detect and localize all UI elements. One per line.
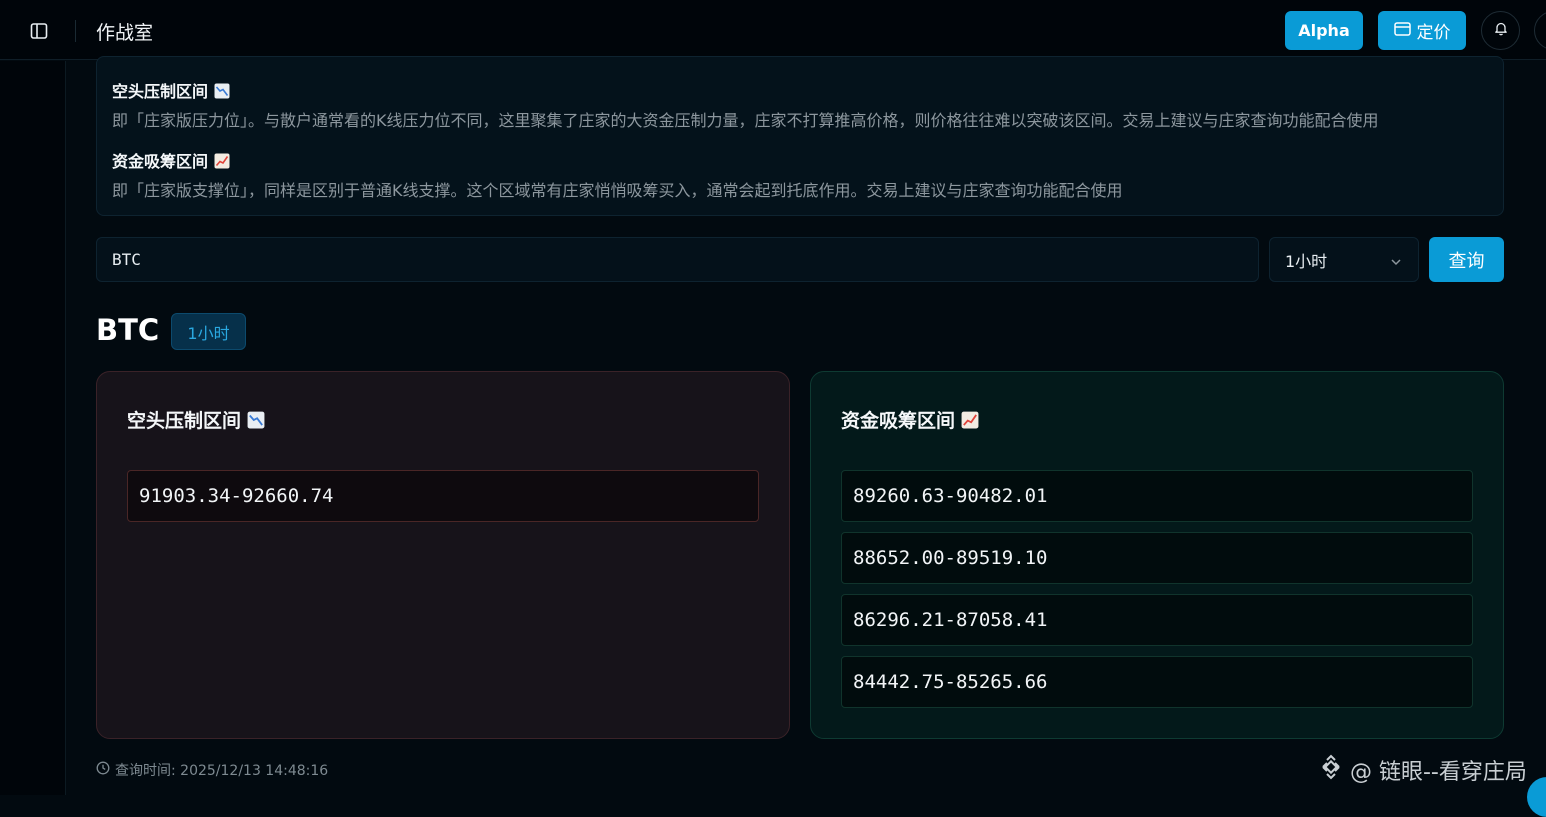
short-pressure-panel: 空头压制区间 91903.34-92660.74	[96, 371, 790, 739]
binance-logo-icon	[1318, 754, 1344, 786]
pricing-label: 定价	[1416, 23, 1451, 43]
accumulation-panel: 资金吸筹区间 89260.63-90482.01 88652.00-89519.…	[810, 371, 1504, 739]
long-range-item: 86296.21-87058.41	[841, 594, 1473, 646]
avatar[interactable]	[1534, 11, 1546, 50]
long-range-item: 89260.63-90482.01	[841, 470, 1473, 522]
info-long-description: 即「庄家版支撑位」，同样是区别于普通K线支撑。这个区域常有庄家悄悄吸筹买入，通常…	[112, 181, 1123, 200]
interval-select-value: 1小时	[1285, 251, 1328, 271]
sidebar-toggle-icon[interactable]	[26, 18, 52, 44]
page-title: 作战室	[96, 22, 154, 44]
chart-decreasing-icon	[247, 411, 265, 429]
info-box: 空头压制区间 即「庄家版压力位」。与散户通常看的K线压力位不同，这里聚集了庄家的…	[96, 56, 1504, 216]
short-panel-title: 空头压制区间	[127, 406, 265, 433]
interval-badge: 1小时	[171, 313, 246, 350]
left-sidebar	[0, 61, 66, 795]
bell-icon	[1494, 21, 1508, 40]
interval-select[interactable]: 1小时	[1269, 237, 1419, 282]
short-range-item: 91903.34-92660.74	[127, 470, 759, 522]
top-bar: 作战室 Alpha 定价	[0, 0, 1546, 60]
chart-increasing-icon	[214, 153, 230, 169]
pricing-button[interactable]: 定价	[1378, 11, 1466, 50]
long-range-item: 84442.75-85265.66	[841, 656, 1473, 708]
info-short-heading: 空头压制区间	[112, 78, 230, 102]
chat-launcher-button[interactable]	[1527, 777, 1546, 817]
watermark: @ 链眼--看穿庄局	[1318, 754, 1527, 786]
clock-icon	[96, 761, 110, 779]
chart-decreasing-icon	[214, 83, 230, 99]
query-timestamp: 查询时间: 2025/12/13 14:48:16	[96, 760, 328, 780]
notifications-button[interactable]	[1481, 11, 1520, 50]
card-icon	[1393, 21, 1411, 41]
info-long-heading: 资金吸筹区间	[112, 148, 230, 172]
chart-increasing-icon	[961, 411, 979, 429]
topbar-divider	[75, 20, 76, 42]
info-short-description: 即「庄家版压力位」。与散户通常看的K线压力位不同，这里聚集了庄家的大资金压制力量…	[112, 111, 1379, 130]
long-panel-title: 资金吸筹区间	[841, 406, 979, 433]
chevron-down-icon	[1390, 253, 1402, 272]
alpha-button[interactable]: Alpha	[1285, 11, 1363, 50]
result-symbol: BTC	[96, 313, 160, 347]
long-range-item: 88652.00-89519.10	[841, 532, 1473, 584]
symbol-search-input[interactable]	[96, 237, 1259, 282]
query-button[interactable]: 查询	[1429, 237, 1504, 282]
